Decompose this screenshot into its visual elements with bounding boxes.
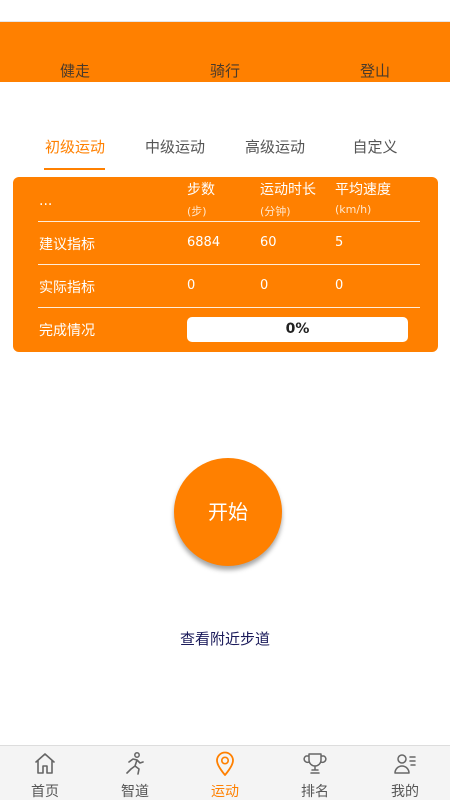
nav-home[interactable]: 首页 bbox=[0, 746, 90, 800]
status-strip bbox=[0, 0, 450, 22]
column-header-steps: 步数 bbox=[187, 182, 215, 198]
activity-tab-hiking[interactable]: 登山 bbox=[335, 60, 415, 81]
trophy-icon bbox=[303, 753, 327, 774]
activity-type-bar: 健走 骑行 登山 bbox=[0, 22, 450, 82]
level-tabs: 初级运动 中级运动 高级运动 自定义 bbox=[0, 124, 450, 170]
row-label-actual: 实际指标 bbox=[39, 280, 95, 296]
runner-icon bbox=[126, 752, 144, 775]
nearby-trails-link[interactable]: 查看附近步道 bbox=[0, 628, 450, 649]
column-unit-speed: (km/h) bbox=[335, 203, 372, 216]
tab-beginner[interactable]: 初级运动 bbox=[25, 136, 125, 157]
suggested-duration: 60 bbox=[260, 235, 277, 250]
bottom-navigation: 首页 智道 运动 排名 我的 bbox=[0, 745, 450, 800]
start-button[interactable]: 开始 bbox=[174, 458, 282, 566]
exercise-target-table: ... 步数 (步) 运动时长 (分钟) 平均速度 (km/h) 建议指标 68… bbox=[13, 177, 438, 352]
completion-progress-bar: 0% bbox=[187, 317, 408, 342]
column-header-speed: 平均速度 bbox=[335, 182, 391, 198]
suggested-steps: 6884 bbox=[187, 235, 221, 250]
tab-intermediate[interactable]: 中级运动 bbox=[125, 136, 225, 157]
nav-label: 智道 bbox=[121, 784, 149, 800]
nav-label: 运动 bbox=[211, 784, 239, 800]
nav-trails[interactable]: 智道 bbox=[90, 746, 180, 800]
row-divider bbox=[38, 307, 420, 308]
row-divider bbox=[38, 221, 420, 222]
completion-percent-text: 0% bbox=[285, 321, 310, 337]
location-pin-icon bbox=[216, 751, 234, 776]
activity-tab-walking[interactable]: 健走 bbox=[35, 60, 115, 81]
column-header-duration: 运动时长 bbox=[260, 182, 316, 198]
column-unit-duration: (分钟) bbox=[260, 205, 291, 218]
actual-speed: 0 bbox=[335, 278, 344, 293]
row-label-suggested: 建议指标 bbox=[39, 237, 95, 253]
active-tab-indicator bbox=[44, 168, 105, 170]
actual-duration: 0 bbox=[260, 278, 269, 293]
home-icon bbox=[35, 753, 55, 774]
nav-label: 排名 bbox=[301, 784, 329, 800]
nav-label: 我的 bbox=[391, 784, 419, 800]
profile-icon bbox=[394, 754, 416, 774]
nav-label: 首页 bbox=[31, 784, 59, 800]
nav-mine[interactable]: 我的 bbox=[360, 746, 450, 800]
actual-steps: 0 bbox=[187, 278, 196, 293]
row-divider bbox=[38, 264, 420, 265]
suggested-speed: 5 bbox=[335, 235, 344, 250]
tab-custom[interactable]: 自定义 bbox=[325, 136, 425, 157]
column-unit-steps: (步) bbox=[187, 205, 207, 218]
row-label-completion: 完成情况 bbox=[39, 323, 95, 339]
nav-sport[interactable]: 运动 bbox=[180, 746, 270, 800]
tab-advanced[interactable]: 高级运动 bbox=[225, 136, 325, 157]
table-corner: ... bbox=[39, 193, 53, 209]
activity-tab-cycling[interactable]: 骑行 bbox=[185, 60, 265, 81]
nav-ranking[interactable]: 排名 bbox=[270, 746, 360, 800]
